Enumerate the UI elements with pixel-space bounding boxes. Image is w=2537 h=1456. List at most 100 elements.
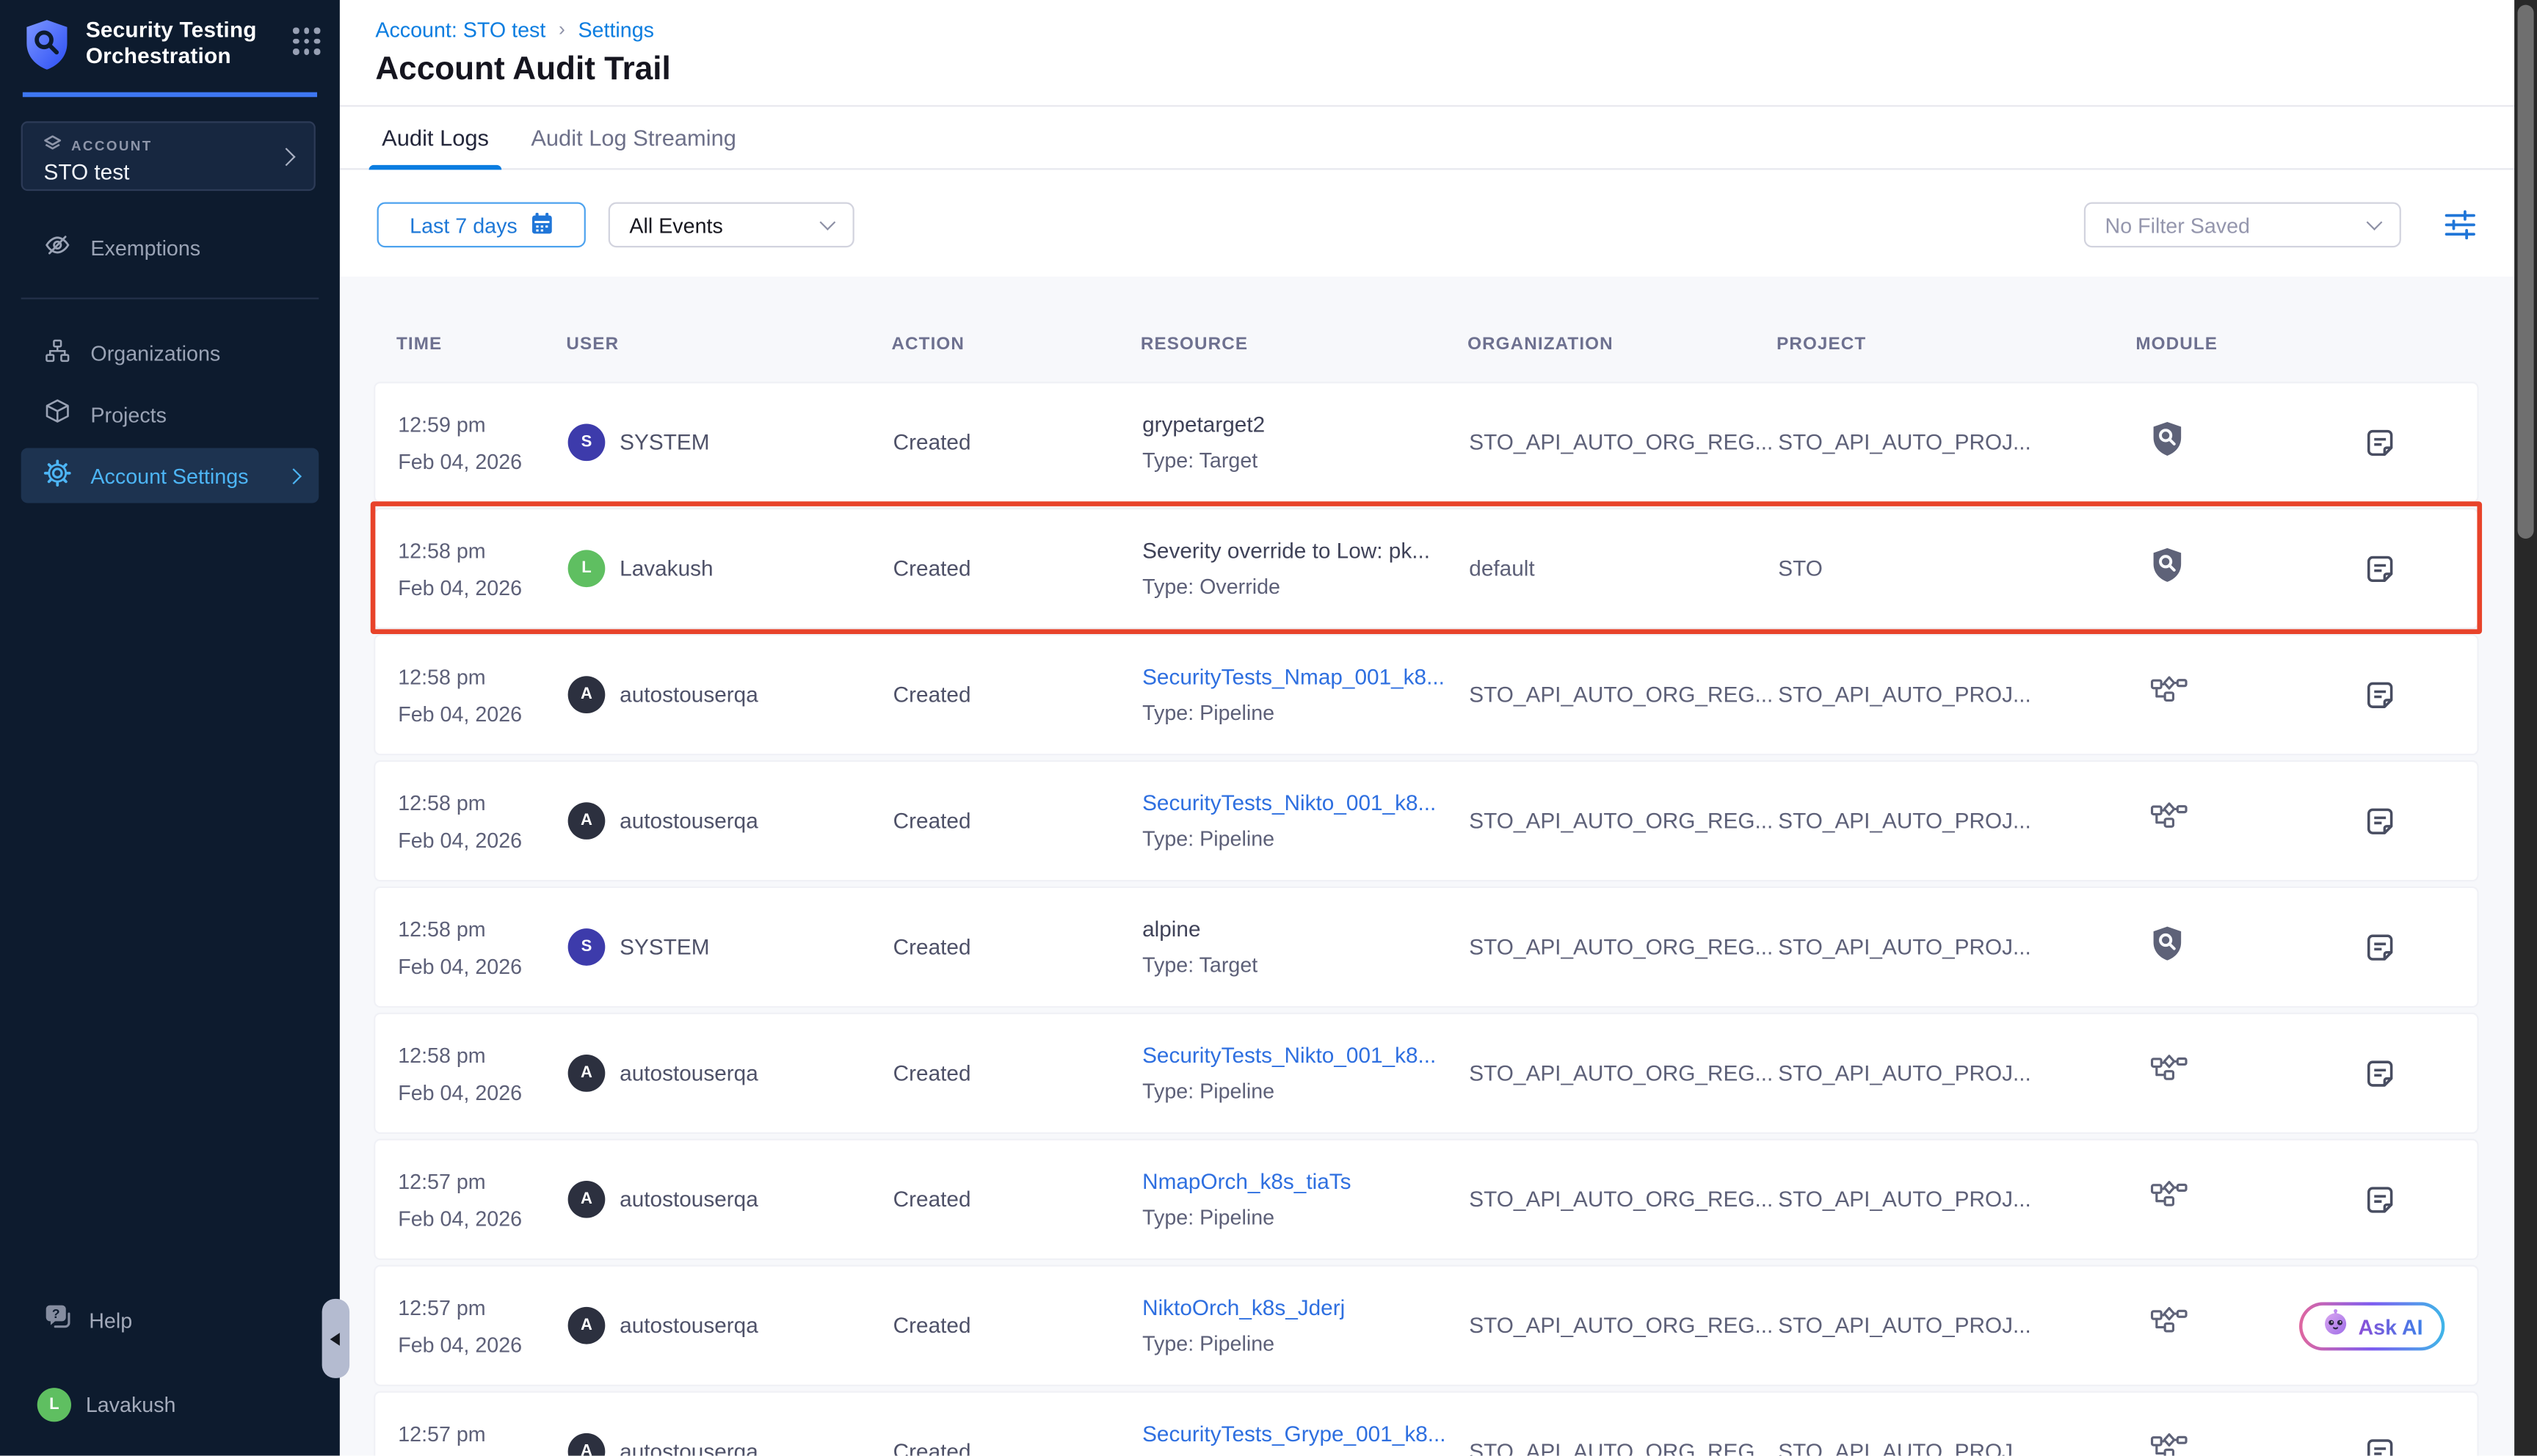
cell-module — [2138, 1306, 2283, 1345]
sto-module-icon — [2150, 925, 2184, 970]
date-range-button[interactable]: Last 7 days — [377, 203, 586, 248]
event-summary-icon[interactable] — [2283, 805, 2477, 837]
saved-filter-select[interactable]: No Filter Saved — [2084, 203, 2401, 248]
event-summary-icon[interactable] — [2283, 931, 2477, 963]
event-summary-icon[interactable] — [2283, 1057, 2477, 1089]
scrollbar-thumb[interactable] — [2518, 5, 2534, 539]
resource-type: Type: Pipeline — [1142, 821, 1469, 856]
sidebar-item-projects[interactable]: Projects — [21, 387, 319, 442]
table-row[interactable]: 12:57 pm Feb 04, 2026 A autostouserqa Cr… — [374, 1139, 2479, 1260]
cell-action: Created — [893, 935, 1142, 959]
account-name: STO test — [44, 160, 314, 184]
column-header-user: USER — [566, 335, 891, 354]
user-avatar: A — [568, 676, 606, 713]
cell-action: Created — [893, 682, 1142, 707]
user-name: SYSTEM — [620, 935, 709, 959]
tab-audit-log-streaming[interactable]: Audit Log Streaming — [528, 106, 739, 168]
gear-icon — [44, 459, 71, 492]
resource-type: Type: Pipeline — [1142, 1452, 1469, 1456]
cell-project: STO_API_AUTO_PROJ... — [1778, 809, 2137, 833]
table-row[interactable]: 12:58 pm Feb 04, 2026 L Lavakush Created… — [374, 508, 2479, 629]
table-row[interactable]: 12:57 pm Feb 04, 2026 A autostouserqa Cr… — [374, 1391, 2479, 1456]
cell-organization: STO_API_AUTO_ORG_REG... — [1469, 430, 1778, 454]
cell-resource: grypetarget2 Type: Target — [1142, 407, 1469, 478]
table-row[interactable]: 12:58 pm Feb 04, 2026 A autostouserqa Cr… — [374, 634, 2479, 755]
sidebar-item-exemptions[interactable]: Exemptions — [21, 220, 319, 275]
resource-link[interactable]: NmapOrch_k8s_tiaTs — [1142, 1164, 1469, 1199]
sidebar-item-label: Exemptions — [90, 236, 200, 260]
ai-robot-icon — [2321, 1308, 2348, 1344]
cell-user: L Lavakush — [568, 550, 893, 587]
tab-audit-logs[interactable]: Audit Logs — [379, 106, 493, 168]
help-label: Help — [89, 1308, 132, 1332]
cell-project: STO_API_AUTO_PROJ... — [1778, 1187, 2137, 1212]
sidebar-collapse-handle[interactable] — [322, 1299, 349, 1378]
event-summary-icon[interactable] — [2283, 553, 2477, 585]
sidebar-item-label: Organizations — [90, 341, 220, 365]
ask-ai-button[interactable]: Ask AI — [2299, 1302, 2445, 1350]
column-header-action: ACTION — [891, 335, 1140, 354]
chevron-separator-icon: › — [559, 18, 565, 40]
cell-organization: STO_API_AUTO_ORG_REG... — [1469, 1440, 1778, 1456]
hierarchy-icon — [44, 338, 71, 368]
resource-link[interactable]: alpine — [1142, 911, 1469, 947]
cell-module — [2138, 1180, 2283, 1219]
cell-project: STO_API_AUTO_PROJ... — [1778, 1314, 2137, 1338]
layers-icon — [44, 134, 62, 156]
cell-resource: SecurityTests_Nikto_001_k8... Type: Pipe… — [1142, 1038, 1469, 1109]
sidebar-item-label: Projects — [90, 402, 167, 426]
pipeline-module-icon — [2150, 1306, 2188, 1345]
event-summary-icon[interactable] — [2283, 679, 2477, 711]
cell-user: A autostouserqa — [568, 802, 893, 840]
resource-link[interactable]: grypetarget2 — [1142, 407, 1469, 442]
cell-action: Created — [893, 1187, 1142, 1212]
pipeline-module-icon — [2150, 1433, 2188, 1456]
event-summary-icon[interactable] — [2283, 1183, 2477, 1215]
filter-settings-icon[interactable] — [2445, 211, 2475, 248]
sidebar-item-organizations[interactable]: Organizations — [21, 325, 319, 380]
resource-link[interactable]: SecurityTests_Nikto_001_k8... — [1142, 785, 1469, 820]
account-selector[interactable]: ACCOUNT STO test — [21, 121, 316, 191]
resource-link[interactable]: Severity override to Low: pk... — [1142, 533, 1469, 568]
user-name: Lavakush — [620, 556, 713, 580]
resource-link[interactable]: SecurityTests_Grype_001_k8... — [1142, 1416, 1469, 1452]
vertical-scrollbar[interactable] — [2514, 0, 2537, 1456]
column-header-resource: RESOURCE — [1141, 335, 1467, 354]
resource-link[interactable]: SecurityTests_Nikto_001_k8... — [1142, 1038, 1469, 1073]
eye-off-icon — [44, 231, 71, 263]
sidebar-item-account-settings[interactable]: Account Settings — [21, 448, 319, 503]
table-rows: 12:59 pm Feb 04, 2026 S SYSTEM Created g… — [374, 382, 2479, 1456]
cell-project: STO — [1778, 556, 2137, 580]
event-summary-icon[interactable] — [2283, 426, 2477, 459]
cell-organization: STO_API_AUTO_ORG_REG... — [1469, 1314, 1778, 1338]
event-summary-icon[interactable] — [2283, 1435, 2477, 1456]
saved-filter-value: No Filter Saved — [2105, 213, 2250, 237]
date-range-label: Last 7 days — [410, 213, 518, 237]
cell-action: Created — [893, 809, 1142, 833]
user-avatar: A — [568, 1433, 606, 1456]
module-switcher-icon[interactable] — [293, 27, 320, 54]
cell-time: 12:59 pm Feb 04, 2026 — [398, 405, 567, 479]
cell-organization: STO_API_AUTO_ORG_REG... — [1469, 1187, 1778, 1212]
breadcrumb-settings-link[interactable]: Settings — [578, 18, 654, 42]
cell-user: A autostouserqa — [568, 1055, 893, 1092]
table-row[interactable]: 12:58 pm Feb 04, 2026 A autostouserqa Cr… — [374, 760, 2479, 881]
table-row[interactable]: 12:59 pm Feb 04, 2026 S SYSTEM Created g… — [374, 382, 2479, 503]
breadcrumb-account-link[interactable]: Account: STO test — [375, 18, 545, 42]
resource-link[interactable]: NiktoOrch_k8s_Jderj — [1142, 1290, 1469, 1325]
cell-module — [2138, 925, 2283, 970]
user-profile[interactable]: L Lavakush — [37, 1388, 176, 1422]
table-row[interactable]: 12:58 pm Feb 04, 2026 A autostouserqa Cr… — [374, 1013, 2479, 1134]
user-name: autostouserqa — [620, 1440, 758, 1456]
table-row[interactable]: 12:58 pm Feb 04, 2026 S SYSTEM Created a… — [374, 887, 2479, 1008]
breadcrumb: Account: STO test › Settings — [375, 18, 654, 42]
help-button[interactable]: ? Help — [44, 1303, 133, 1336]
resource-link[interactable]: SecurityTests_Nmap_001_k8... — [1142, 659, 1469, 694]
user-avatar: A — [568, 1181, 606, 1218]
resource-type: Type: Pipeline — [1142, 1199, 1469, 1234]
cell-time: 12:58 pm Feb 04, 2026 — [398, 531, 567, 605]
column-header-module: MODULE — [2135, 335, 2281, 354]
resource-type: Type: Target — [1142, 443, 1469, 478]
events-filter-select[interactable]: All Events — [609, 203, 854, 248]
table-row[interactable]: 12:57 pm Feb 04, 2026 A autostouserqa Cr… — [374, 1265, 2479, 1386]
